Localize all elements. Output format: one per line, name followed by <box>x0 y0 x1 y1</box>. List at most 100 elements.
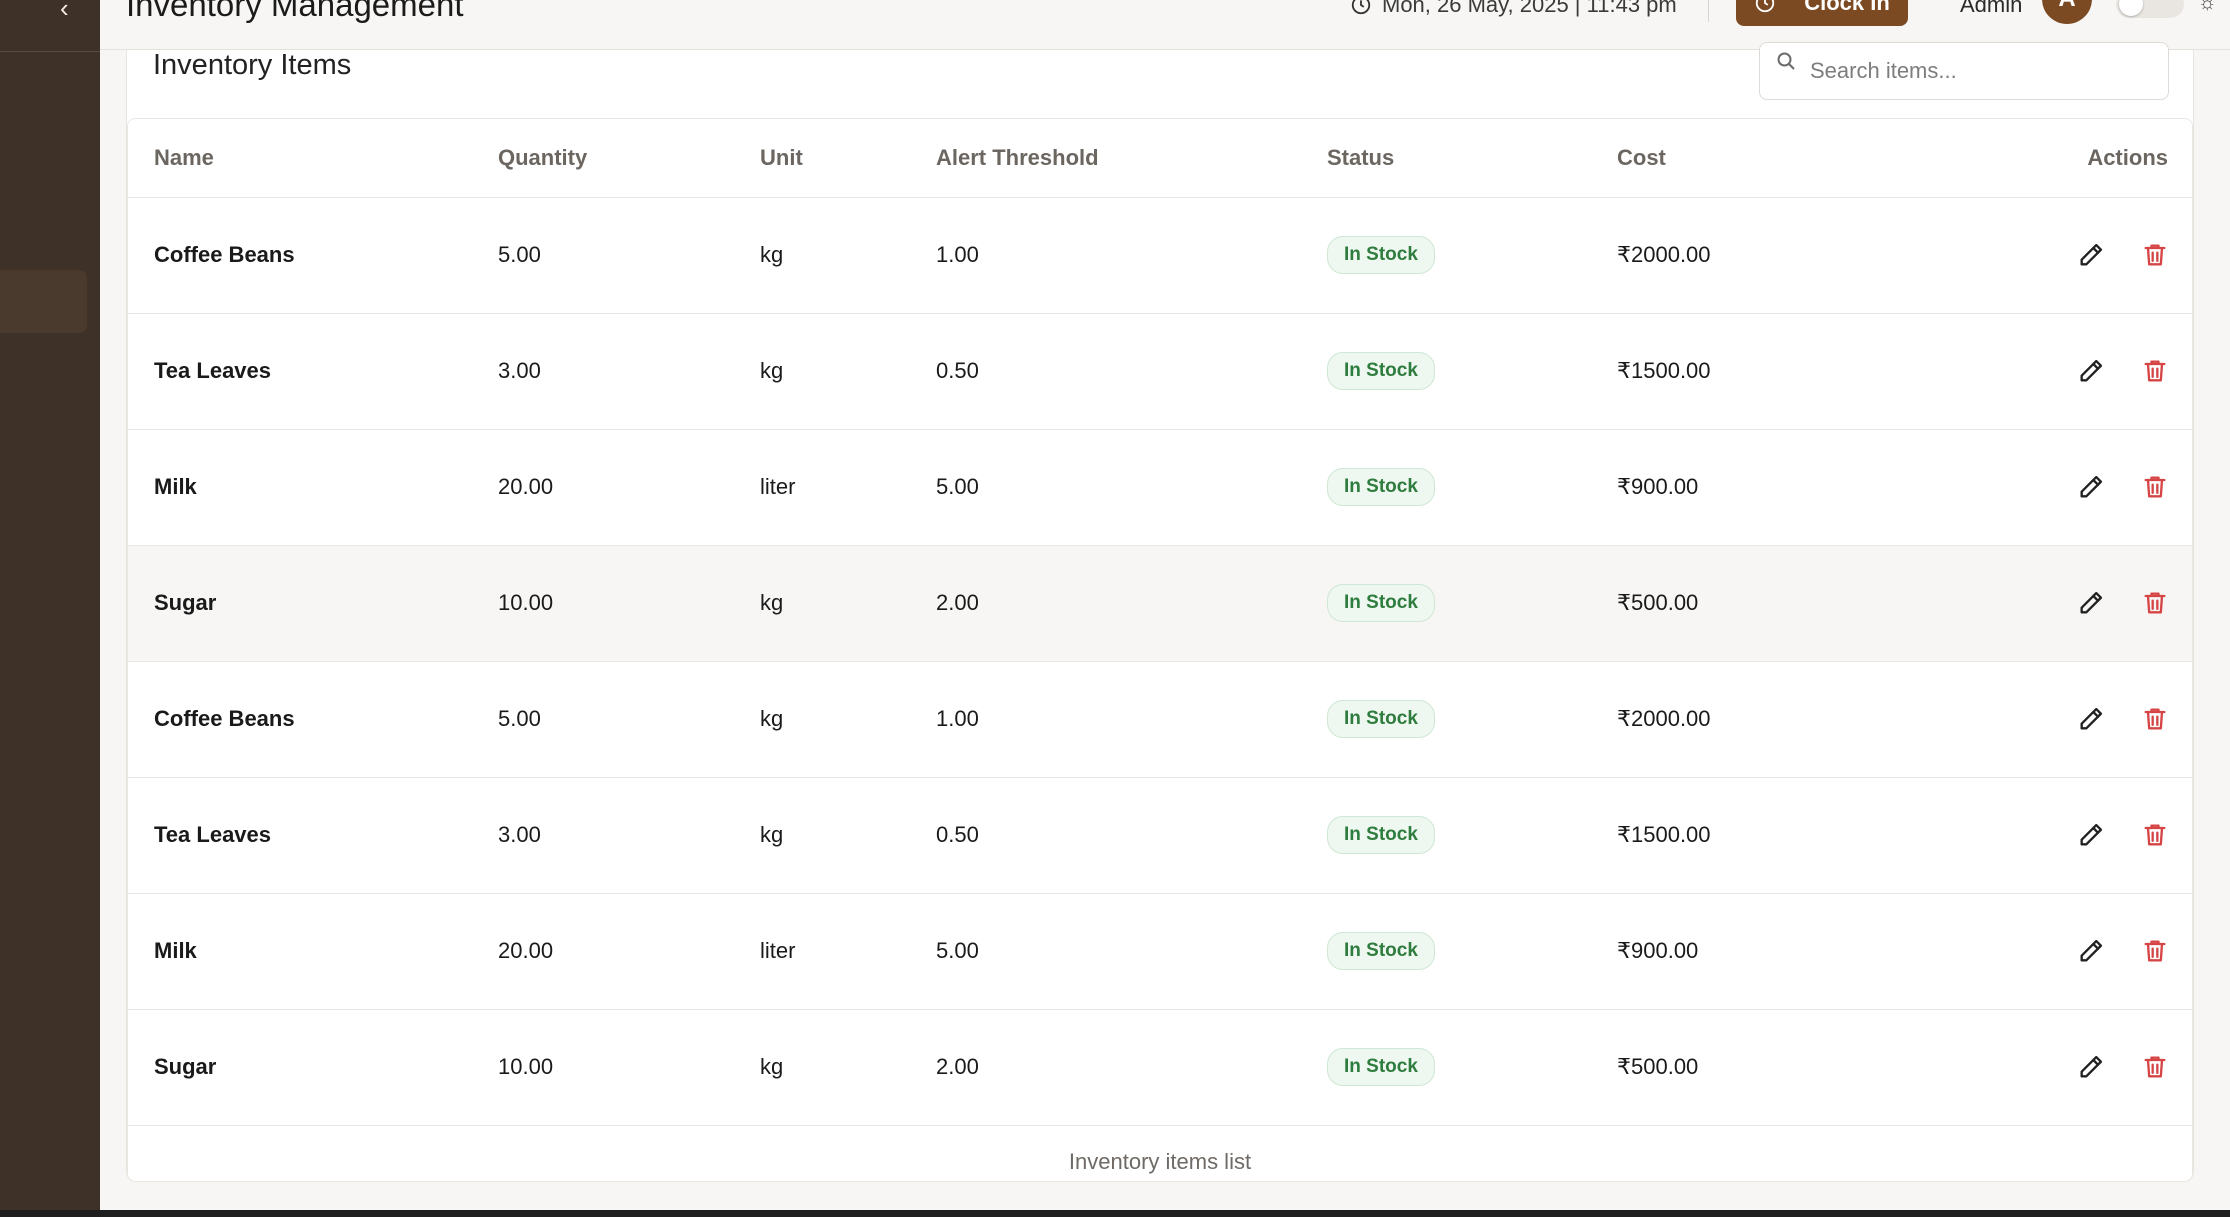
status-badge: In Stock <box>1327 236 1435 274</box>
cell-name: Coffee Beans <box>128 197 498 314</box>
cell-status: In Stock <box>1327 545 1617 662</box>
table-row: Tea Leaves 3.00 kg 0.50 In Stock ₹1500.00 <box>128 777 2192 894</box>
table-row: Sugar 10.00 kg 2.00 In Stock ₹500.00 <box>128 545 2192 662</box>
cell-status: In Stock <box>1327 313 1617 430</box>
row-actions <box>1917 472 2192 502</box>
inventory-card: Inventory Items Name Quantity Unit Alert… <box>126 42 2194 1182</box>
card-title: Inventory Items <box>153 49 352 81</box>
table-body: Coffee Beans 5.00 kg 1.00 In Stock ₹2000.00 Te… <box>128 197 2192 1126</box>
inventory-table-container: Name Quantity Unit Alert Threshold Statu… <box>127 118 2193 1182</box>
trash-icon[interactable] <box>2140 240 2170 270</box>
cell-unit: kg <box>760 313 936 430</box>
cell-name: Sugar <box>128 1009 498 1126</box>
cell-quantity: 10.00 <box>498 545 760 662</box>
header-unit: Unit <box>760 119 936 198</box>
table-row: Coffee Beans 5.00 kg 1.00 In Stock ₹2000.00 <box>128 661 2192 778</box>
clock-icon <box>1351 0 1371 15</box>
cell-cost: ₹500.00 <box>1617 545 1917 662</box>
cell-cost: ₹2000.00 <box>1617 197 1917 314</box>
cell-status: In Stock <box>1327 661 1617 778</box>
datetime-display: Mon, 26 May, 2025 | 11:43 pm <box>1350 0 1677 18</box>
pencil-icon[interactable] <box>2076 472 2106 502</box>
header-name: Name <box>128 119 498 198</box>
chevron-left-icon[interactable]: ‹ <box>60 0 69 16</box>
pencil-icon[interactable] <box>2076 588 2106 618</box>
cell-actions <box>1917 429 2192 546</box>
avatar[interactable]: A <box>2042 0 2092 24</box>
cell-name: Coffee Beans <box>128 661 498 778</box>
cell-quantity: 10.00 <box>498 1009 760 1126</box>
trash-icon[interactable] <box>2140 472 2170 502</box>
table-header-row: Name Quantity Unit Alert Threshold Statu… <box>128 119 2192 198</box>
status-badge: In Stock <box>1327 816 1435 854</box>
cell-cost: ₹1500.00 <box>1617 313 1917 430</box>
page-title: Inventory Management <box>126 0 464 23</box>
header-alert-threshold: Alert Threshold <box>936 119 1327 198</box>
cell-quantity: 3.00 <box>498 313 760 430</box>
cell-alert-threshold: 2.00 <box>936 1009 1327 1126</box>
cell-name: Milk <box>128 429 498 546</box>
cell-unit: kg <box>760 545 936 662</box>
table-row: Sugar 10.00 kg 2.00 In Stock ₹500.00 <box>128 1009 2192 1126</box>
pencil-icon[interactable] <box>2076 704 2106 734</box>
sidebar: ‹ <box>0 0 100 1210</box>
cell-alert-threshold: 1.00 <box>936 197 1327 314</box>
header-quantity: Quantity <box>498 119 760 198</box>
inventory-table: Name Quantity Unit Alert Threshold Statu… <box>128 119 2192 1126</box>
search-box <box>1759 42 2169 100</box>
status-badge: In Stock <box>1327 468 1435 506</box>
pencil-icon[interactable] <box>2076 356 2106 386</box>
pencil-icon[interactable] <box>2076 1052 2106 1082</box>
cell-cost: ₹1500.00 <box>1617 777 1917 894</box>
row-actions <box>1917 936 2192 966</box>
status-badge: In Stock <box>1327 1048 1435 1086</box>
pencil-icon[interactable] <box>2076 936 2106 966</box>
cell-status: In Stock <box>1327 1009 1617 1126</box>
cell-unit: kg <box>760 777 936 894</box>
status-badge: In Stock <box>1327 932 1435 970</box>
cell-quantity: 20.00 <box>498 893 760 1010</box>
cell-quantity: 5.00 <box>498 661 760 778</box>
row-actions <box>1917 356 2192 386</box>
trash-icon[interactable] <box>2140 1052 2170 1082</box>
trash-icon[interactable] <box>2140 820 2170 850</box>
cell-cost: ₹900.00 <box>1617 429 1917 546</box>
header-actions: Actions <box>1917 119 2192 198</box>
clock-in-button[interactable]: Clock In <box>1736 0 1908 26</box>
main-content: Inventory Management Mon, 26 May, 2025 |… <box>100 0 2230 1210</box>
cell-unit: liter <box>760 893 936 1010</box>
row-actions <box>1917 240 2192 270</box>
search-icon <box>1777 52 1795 70</box>
cell-quantity: 20.00 <box>498 429 760 546</box>
cell-alert-threshold: 0.50 <box>936 313 1327 430</box>
table-row: Milk 20.00 liter 5.00 In Stock ₹900.00 <box>128 893 2192 1010</box>
cell-quantity: 5.00 <box>498 197 760 314</box>
trash-icon[interactable] <box>2140 588 2170 618</box>
cell-name: Sugar <box>128 545 498 662</box>
table-row: Milk 20.00 liter 5.00 In Stock ₹900.00 <box>128 429 2192 546</box>
sun-icon: ☼ <box>2198 0 2217 14</box>
cell-actions <box>1917 1009 2192 1126</box>
datetime-text: Mon, 26 May, 2025 | 11:43 pm <box>1382 0 1677 17</box>
sidebar-item-active[interactable] <box>0 270 87 333</box>
cell-alert-threshold: 2.00 <box>936 545 1327 662</box>
clock-in-label: Clock In <box>1804 0 1890 15</box>
clock-icon <box>1756 0 1775 13</box>
cell-actions <box>1917 313 2192 430</box>
cell-status: In Stock <box>1327 197 1617 314</box>
search-input[interactable] <box>1810 58 2150 84</box>
theme-toggle[interactable] <box>2116 0 2184 18</box>
status-badge: In Stock <box>1327 700 1435 738</box>
window-bottom-edge <box>0 1210 2230 1217</box>
row-actions <box>1917 820 2192 850</box>
cell-alert-threshold: 5.00 <box>936 893 1327 1010</box>
row-actions <box>1917 1052 2192 1082</box>
pencil-icon[interactable] <box>2076 820 2106 850</box>
user-name: Admin <box>1960 0 2023 17</box>
trash-icon[interactable] <box>2140 936 2170 966</box>
pencil-icon[interactable] <box>2076 240 2106 270</box>
trash-icon[interactable] <box>2140 704 2170 734</box>
trash-icon[interactable] <box>2140 356 2170 386</box>
table-row: Tea Leaves 3.00 kg 0.50 In Stock ₹1500.00 <box>128 313 2192 430</box>
cell-unit: kg <box>760 661 936 778</box>
